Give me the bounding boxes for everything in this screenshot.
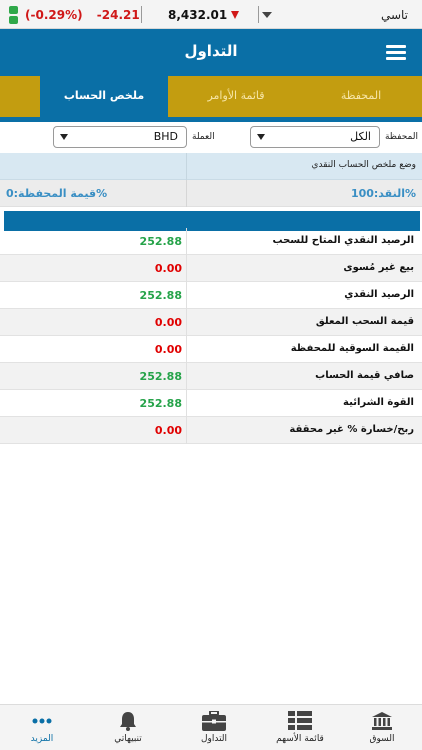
hamburger-menu-icon[interactable] xyxy=(386,45,406,61)
allocation-ratio-row: النقد:100% قيمة المحفظة:0% xyxy=(0,180,422,207)
currency-select-value: BHD xyxy=(153,130,178,143)
table-row: القوة الشرائية 252.88 xyxy=(0,390,422,417)
bottom-navigation: السوق قائمة الأسهم التداول تنبيهاتي المز… xyxy=(0,704,422,750)
arrow-down-icon xyxy=(231,11,240,19)
page-title: التداول xyxy=(184,42,238,60)
row-value: 252.88 xyxy=(139,289,182,302)
filters-row: المحفظة الكل العملة BHD xyxy=(0,124,422,150)
tab-label: قائمة الأوامر xyxy=(207,89,265,102)
index-change-percent: (-0.29%) xyxy=(25,8,83,22)
cash-ratio: النقد:100% xyxy=(350,187,416,200)
bell-icon xyxy=(120,712,136,731)
grid-list-icon xyxy=(288,711,312,730)
row-label: قيمة السحب المعلق xyxy=(315,316,414,327)
tab-portfolio[interactable]: المحفظة xyxy=(300,76,422,122)
table-row: الرصيد النقدي المتاح للسحب 252.88 xyxy=(0,228,422,255)
currency-filter-label: العملة xyxy=(192,132,215,142)
row-label: القيمة السوقية للمحفظة xyxy=(290,343,414,354)
portfolio-select-value: الكل xyxy=(350,130,371,143)
tab-orders-list[interactable]: قائمة الأوامر xyxy=(172,76,300,122)
row-label: صافي قيمة الحساب xyxy=(315,370,414,381)
nav-watchlist[interactable]: قائمة الأسهم xyxy=(258,705,342,750)
chevron-down-icon xyxy=(257,134,265,140)
bank-icon xyxy=(372,712,392,730)
row-value: 252.88 xyxy=(139,397,182,410)
nav-trading[interactable]: التداول xyxy=(172,705,256,750)
cash-summary-section: وضع ملخص الحساب النقدي النقد:100% قيمة ا… xyxy=(0,153,422,231)
market-ticker-bar: (-0.29%) -24.21 8,432.01 تاسي xyxy=(0,0,422,29)
market-dropdown-chevron-icon[interactable] xyxy=(262,12,272,18)
connection-status-icon xyxy=(9,6,18,26)
nav-label: تنبيهاتي xyxy=(114,734,142,744)
row-value: 252.88 xyxy=(139,235,182,248)
index-change: (-0.29%) -24.21 xyxy=(25,8,140,22)
row-label: الرصيد النقدي xyxy=(344,289,414,300)
row-value: 0.00 xyxy=(154,262,182,275)
app-header: التداول xyxy=(0,29,422,76)
row-label: القوة الشرائية xyxy=(343,397,414,408)
row-label: ربح/خسارة % غير محققة xyxy=(289,424,414,435)
account-summary-table: الرصيد النقدي المتاح للسحب 252.88 بيع غير … xyxy=(0,228,422,444)
index-change-value: -24.21 xyxy=(96,8,140,22)
ticker-divider xyxy=(258,6,259,23)
nav-label: المزيد xyxy=(30,734,54,744)
table-row: الرصيد النقدي 252.88 xyxy=(0,282,422,309)
index-value-text: 8,432.01 xyxy=(168,8,228,22)
nav-alerts[interactable]: تنبيهاتي xyxy=(86,705,170,750)
currency-select[interactable]: BHD xyxy=(53,126,187,148)
table-row: قيمة السحب المعلق 0.00 xyxy=(0,309,422,336)
chevron-down-icon xyxy=(60,134,68,140)
table-row: بيع غير مُسوى 0.00 xyxy=(0,255,422,282)
portfolio-select[interactable]: الكل xyxy=(250,126,380,148)
briefcase-icon xyxy=(202,711,226,731)
more-dots-icon xyxy=(32,718,52,724)
table-row: القيمة السوقية للمحفظة 0.00 xyxy=(0,336,422,363)
tab-label: المحفظة xyxy=(340,89,382,102)
nav-more[interactable]: المزيد xyxy=(0,705,84,750)
row-label: بيع غير مُسوى xyxy=(343,262,414,273)
nav-label: التداول xyxy=(200,734,228,744)
tab-label: ملخص الحساب xyxy=(63,89,145,102)
nav-label: قائمة الأسهم xyxy=(276,734,324,744)
table-row: صافي قيمة الحساب 252.88 xyxy=(0,363,422,390)
nav-label: السوق xyxy=(369,734,395,744)
row-value: 252.88 xyxy=(139,370,182,383)
row-label: الرصيد النقدي المتاح للسحب xyxy=(272,235,414,246)
row-value: 0.00 xyxy=(154,343,182,356)
portfolio-ratio: قيمة المحفظة:0% xyxy=(6,187,108,200)
summary-title: وضع ملخص الحساب النقدي xyxy=(311,160,416,170)
row-value: 0.00 xyxy=(154,316,182,329)
tabs-underline xyxy=(0,117,422,122)
market-selector[interactable]: تاسي xyxy=(381,8,408,22)
summary-header: وضع ملخص الحساب النقدي xyxy=(0,153,422,180)
tab-account-summary[interactable]: ملخص الحساب xyxy=(40,76,168,120)
index-value: 8,432.01 xyxy=(168,8,240,22)
trading-tabs: المحفظة قائمة الأوامر ملخص الحساب xyxy=(0,76,422,122)
nav-market[interactable]: السوق xyxy=(340,705,422,750)
row-value: 0.00 xyxy=(154,424,182,437)
table-row: ربح/خسارة % غير محققة 0.00 xyxy=(0,417,422,444)
ticker-divider xyxy=(141,6,142,23)
portfolio-filter-label: المحفظة xyxy=(384,132,418,142)
